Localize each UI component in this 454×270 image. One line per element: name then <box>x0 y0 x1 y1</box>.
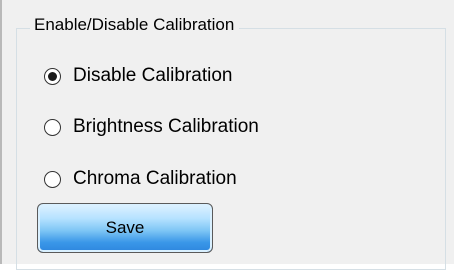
radio-label-disable: Disable Calibration <box>73 65 233 86</box>
radio-label-brightness: Brightness Calibration <box>73 116 259 137</box>
radio-label-chroma: Chroma Calibration <box>73 168 237 189</box>
radio-button-chroma[interactable] <box>44 170 61 188</box>
calibration-panel: Enable/Disable Calibration Disable Calib… <box>0 0 454 270</box>
radio-option-brightness-calibration[interactable]: Brightness Calibration <box>44 114 259 140</box>
groupbox-title: Enable/Disable Calibration <box>30 14 240 36</box>
radio-button-disable[interactable] <box>44 67 61 85</box>
save-button[interactable]: Save <box>37 203 213 253</box>
panel-left-border <box>0 0 2 264</box>
radio-option-chroma-calibration[interactable]: Chroma Calibration <box>44 166 237 192</box>
radio-option-disable-calibration[interactable]: Disable Calibration <box>44 63 232 89</box>
save-button-label: Save <box>105 218 145 237</box>
radio-button-brightness[interactable] <box>44 118 61 136</box>
